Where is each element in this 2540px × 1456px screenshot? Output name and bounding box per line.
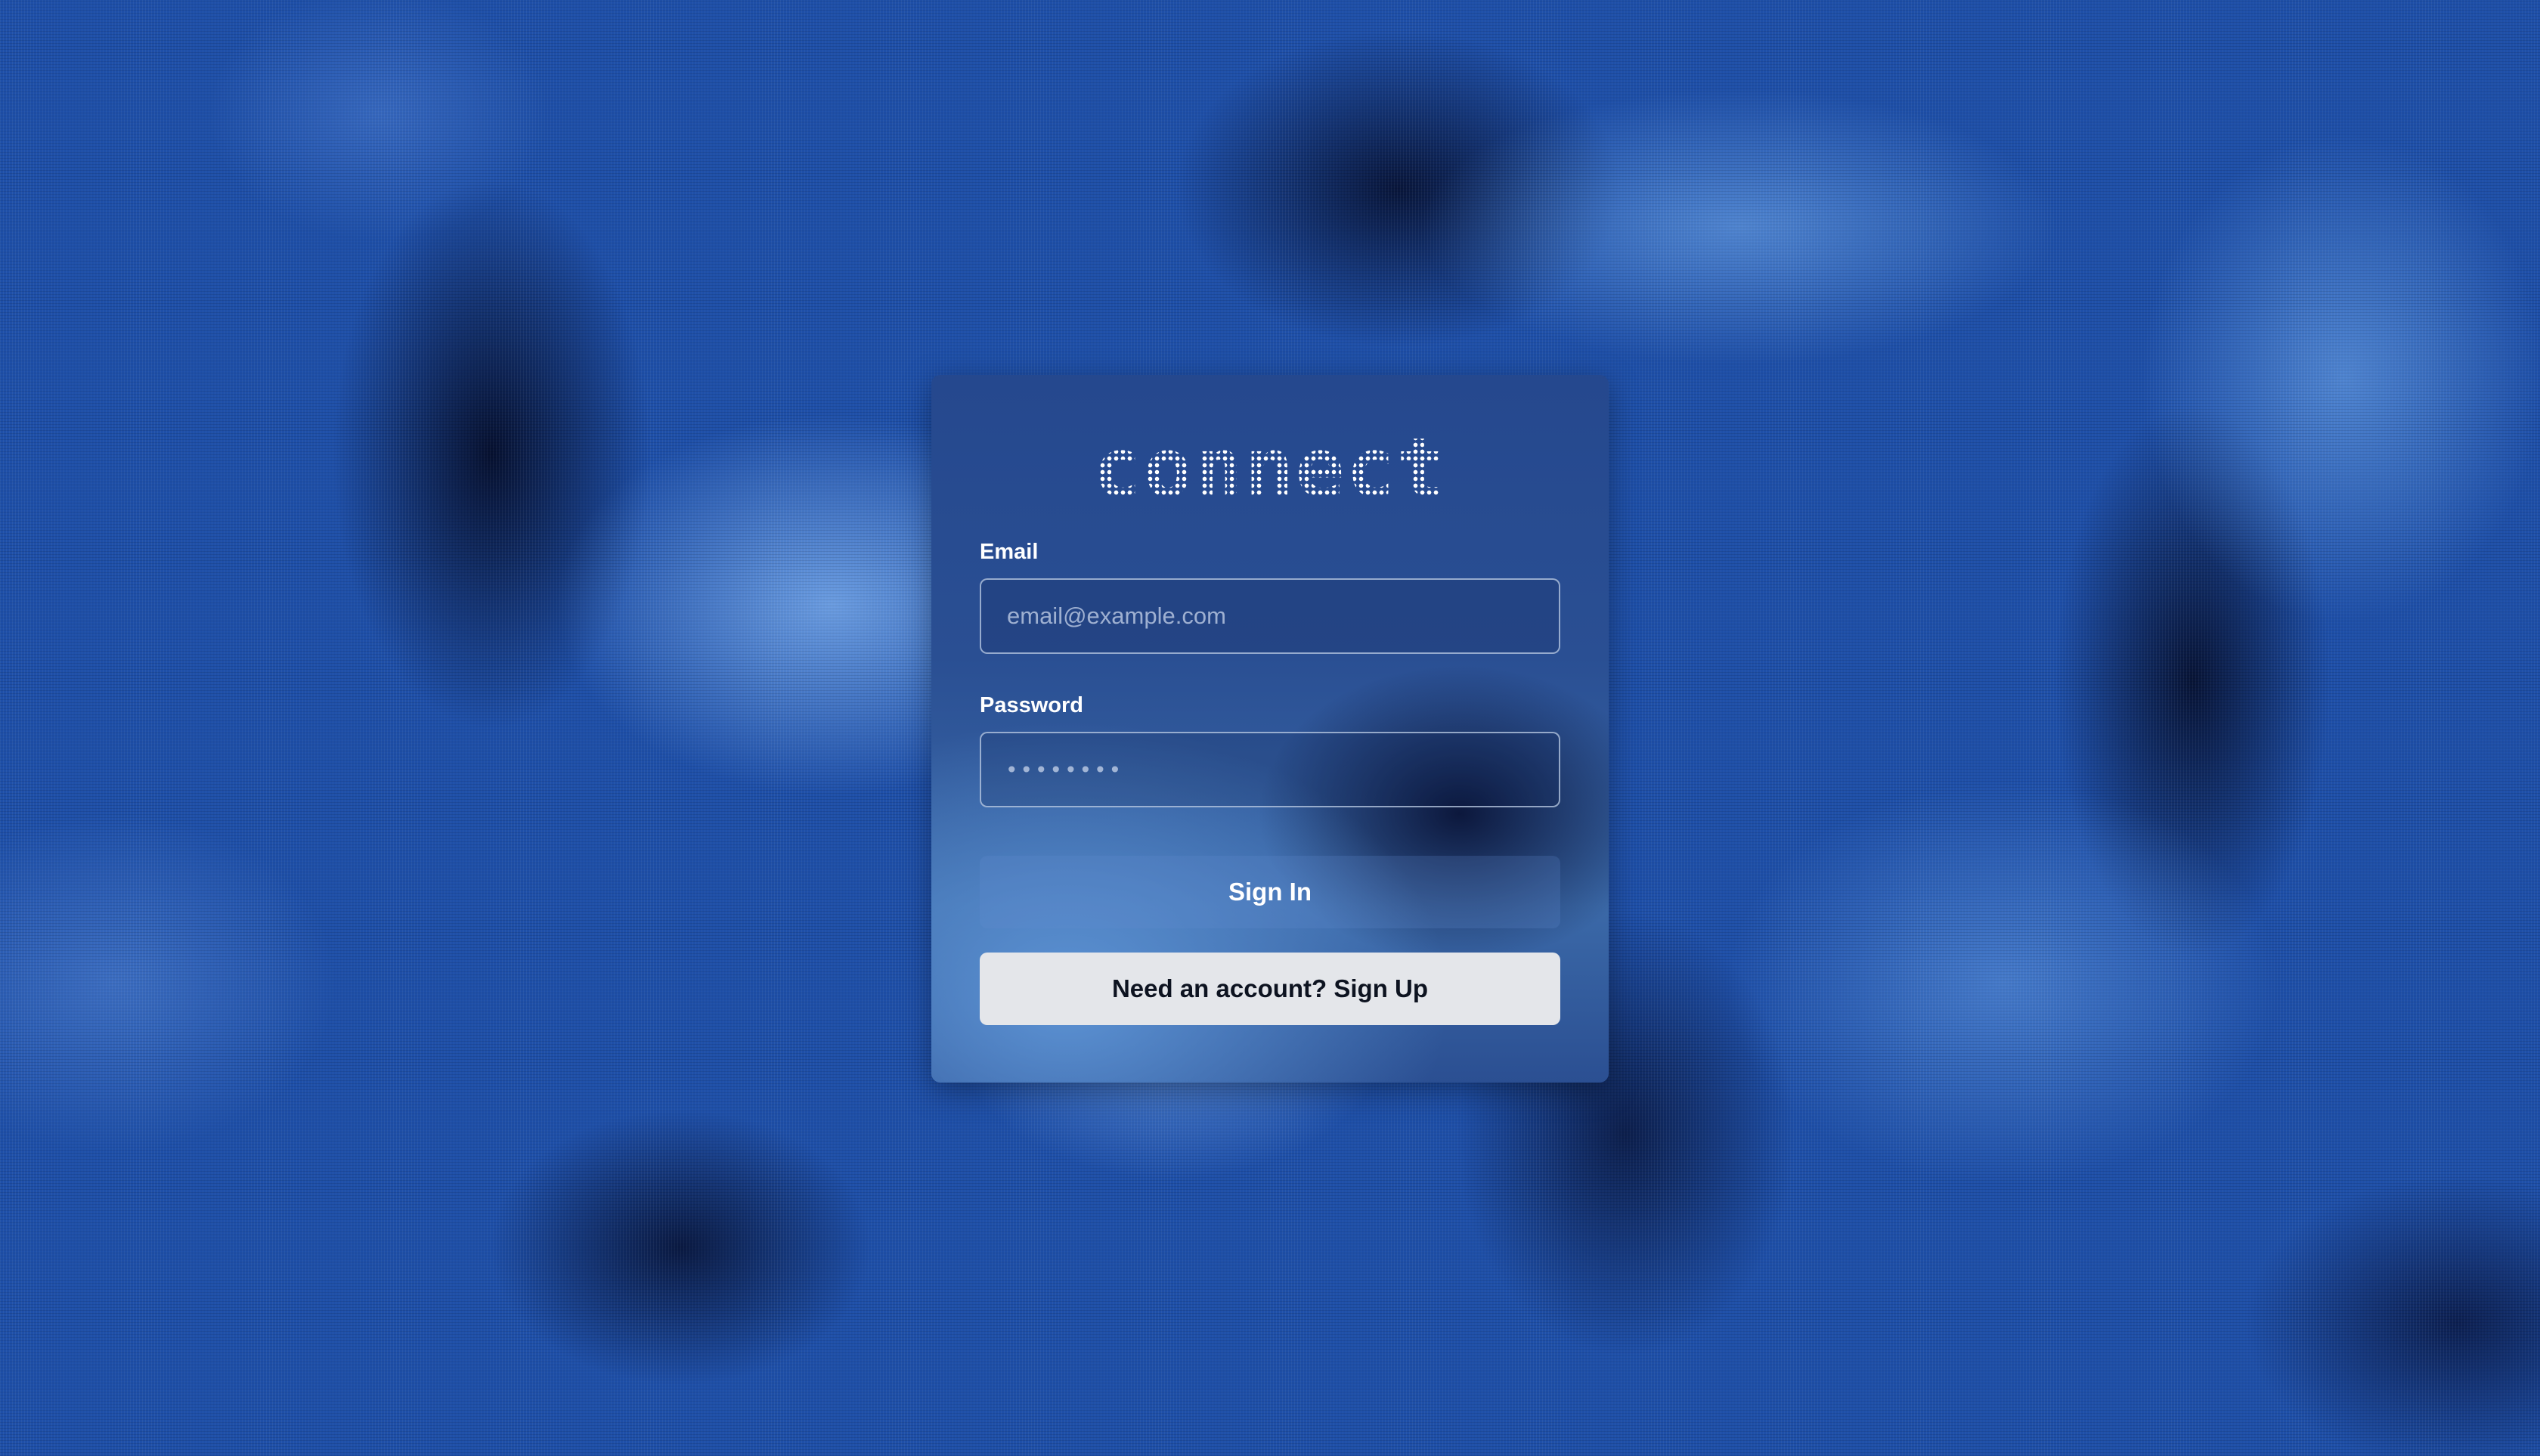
login-card: connect Email Password •••••••• Sign In …	[931, 375, 1609, 1083]
password-label: Password	[980, 693, 1083, 717]
logo-text: connect	[1092, 421, 1448, 516]
logo: connect	[980, 421, 1560, 516]
email-input[interactable]	[1005, 602, 1535, 630]
email-input-box[interactable]	[980, 578, 1560, 654]
password-input-box[interactable]: ••••••••	[980, 732, 1560, 807]
email-label: Email	[980, 540, 1039, 564]
email-field-group: Email	[980, 540, 1560, 654]
sign-up-button[interactable]: Need an account? Sign Up	[980, 953, 1560, 1025]
password-input[interactable]: ••••••••	[1005, 757, 1123, 782]
sign-in-button[interactable]: Sign In	[980, 856, 1560, 928]
password-field-group: Password ••••••••	[980, 693, 1560, 807]
